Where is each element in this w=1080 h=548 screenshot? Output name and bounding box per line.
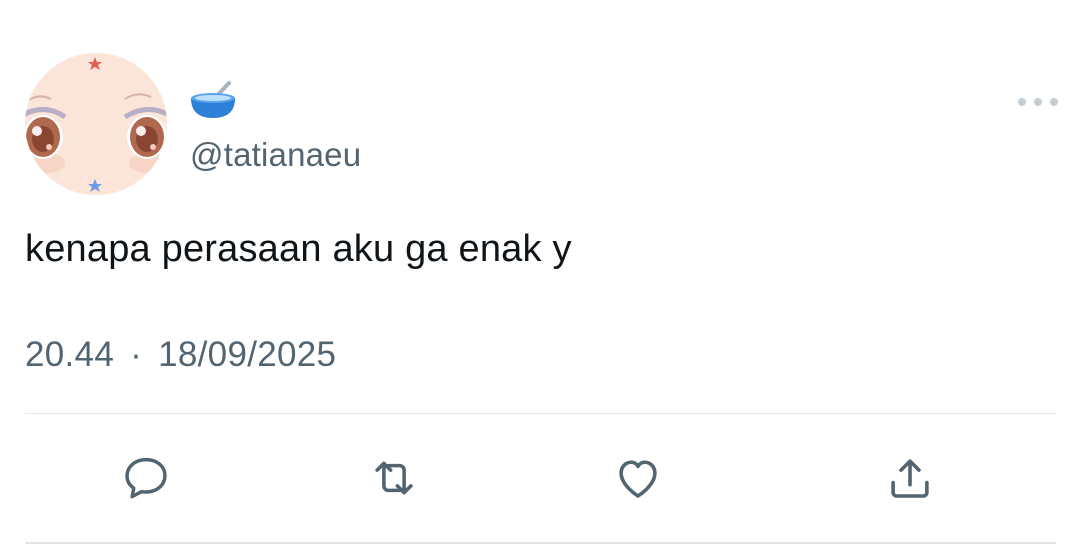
meta-separator: · <box>130 335 143 374</box>
user-handle[interactable]: @tatianaeu <box>190 136 361 174</box>
avatar[interactable] <box>25 53 167 195</box>
tweet-card: @tatianaeu kenapa perasaan aku ga enak y… <box>0 0 1080 548</box>
retweet-button[interactable] <box>364 448 424 508</box>
heart-icon <box>619 460 657 498</box>
divider <box>25 413 1056 414</box>
action-bar <box>0 448 1080 508</box>
bowl-with-spoon-icon <box>189 80 237 120</box>
tweet-date: 18/09/2025 <box>158 335 337 374</box>
more-options-button[interactable] <box>1018 90 1058 114</box>
reply-button[interactable] <box>116 448 176 508</box>
tweet-time: 20.44 <box>25 335 115 374</box>
tweet-text: kenapa perasaan aku ga enak y <box>25 228 572 270</box>
like-button[interactable] <box>608 448 668 508</box>
tweet-timestamp[interactable]: 20.44 · 18/09/2025 <box>25 335 336 375</box>
share-icon <box>891 459 929 498</box>
retweet-icon <box>375 461 413 495</box>
reply-icon <box>125 457 167 499</box>
more-horizontal-icon <box>1018 98 1026 106</box>
share-button[interactable] <box>880 448 940 508</box>
bottom-divider <box>25 542 1056 544</box>
avatar-image <box>25 53 167 195</box>
